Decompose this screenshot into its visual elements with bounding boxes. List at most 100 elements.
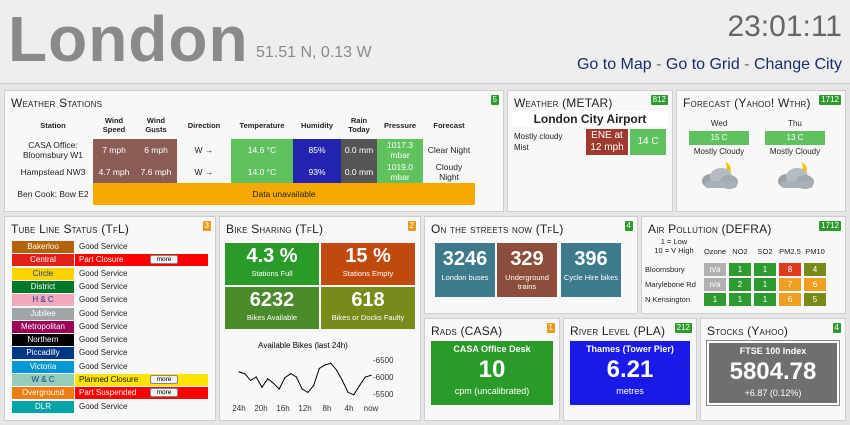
metar-wind: ENE at 12 mph (586, 129, 628, 155)
stations-full-box: 4.3 % Stations Full (225, 243, 319, 285)
air-value-cell: 1 (754, 263, 776, 276)
more-button[interactable]: more (150, 388, 178, 398)
tube-line-name: Circle (12, 267, 74, 280)
bike-data-point (267, 378, 269, 380)
tube-line-row: Jubilee Good Service (12, 307, 208, 320)
tube-line-name: Piccadilly (12, 347, 74, 360)
bikes-available-label: Bikes Available (246, 313, 298, 322)
tube-status-text: Good Service (79, 308, 128, 318)
station-name: CASA Office: Bloomsbury W1 (23, 140, 83, 160)
air-key: 1 = Low 10 = V High (648, 237, 700, 255)
cloud-night-icon (778, 162, 814, 189)
bike-sharing-panel: Bike Sharing (TfL) 2 4.3 % Stations Full… (219, 216, 421, 421)
go-to-map-link[interactable]: Go to Map (577, 56, 652, 73)
bike-data-point (295, 376, 297, 378)
nav-separator: - (744, 56, 750, 73)
panel-title: Weather (METAR) (514, 96, 613, 110)
column-header: Temperature (239, 120, 285, 130)
panel-title: Rads (CASA) (431, 324, 503, 338)
panel-badge: 2 (407, 221, 416, 231)
streets-panel: On the streets now (TfL) 4 3246 London b… (424, 216, 638, 314)
tube-line-row: DLR Good Service (12, 400, 208, 413)
go-to-grid-link[interactable]: Go to Grid (666, 56, 740, 73)
tube-status-text: Good Service (79, 401, 128, 411)
cycle-hire-value: 396 (574, 248, 608, 270)
bike-data-point (324, 364, 326, 366)
forecast-temp: 13 C (765, 131, 825, 145)
more-button[interactable]: more (150, 375, 178, 384)
tube-status-text: Part Closure (79, 255, 124, 265)
panel-title: Tube Line Status (TfL) (11, 222, 130, 236)
tube-line-row: Piccadilly Good Service (12, 347, 208, 360)
forecast: Cloudy Night (435, 162, 463, 182)
air-column-header: PM2.5 (779, 247, 801, 256)
panel-title: Forecast (Yahoo! Wthr) (683, 96, 811, 110)
tube-line-name: DLR (12, 400, 74, 413)
river-level-panel: River Level (PLA) 212 Thames (Tower Pier… (563, 318, 697, 421)
air-pollution-panel: Air Pollution (DEFRA) 1712 1 = Low 10 = … (641, 216, 846, 314)
air-value-cell: 1 (754, 278, 776, 291)
stocks-box: FTSE 100 Index 5804.78 +6.87 (0.12%) (706, 340, 840, 406)
bike-data-point (290, 372, 292, 375)
forecast-condition: Mostly Cloudy (769, 147, 821, 156)
bike-data-point (370, 374, 372, 376)
bike-data-point (244, 372, 246, 375)
tube-line-status: Good Service (75, 308, 208, 320)
air-value-cell: 8 (779, 263, 801, 276)
tube-line-status: Planned Closure more (75, 374, 208, 386)
air-key-high: 10 = V High (654, 246, 694, 255)
underground-trains-value: 329 (510, 248, 544, 270)
rain-today: 0.0 mm (341, 139, 377, 161)
station-name: Ben Cook: Bow E2 (17, 189, 89, 199)
x-tick-label: 4h (345, 404, 354, 413)
tube-line-status: Good Service (75, 281, 208, 293)
tube-status-text: Part Suspended (79, 388, 137, 398)
tube-status-text: Good Service (79, 295, 128, 305)
bike-data-point (261, 386, 263, 388)
wind-gusts: 7.6 mph (135, 161, 177, 183)
tube-status-text: Good Service (79, 242, 128, 251)
wind-gusts: 6 mph (135, 139, 177, 161)
more-button[interactable]: more (150, 255, 178, 265)
metar-station-name: London City Airport (512, 111, 668, 127)
tube-line-row: H & C Good Service (12, 294, 208, 307)
air-column-header: PM10 (805, 247, 825, 256)
underground-trains-label: Underground trains (505, 273, 549, 291)
tube-status-text: Good Service (79, 348, 128, 358)
river-header: Thames (Tower Pier) (586, 344, 674, 354)
table-row: CASA Office: Bloomsbury W1 7 mph 6 mph W… (13, 139, 475, 161)
temperature: 14.0 °C (231, 161, 293, 183)
tube-line-status: Good Service (75, 241, 208, 253)
metar-condition-line: Mostly cloudy (514, 132, 563, 141)
city-coordinates: 51.51 N, 0.13 W (256, 44, 372, 61)
column-header: Wind Gusts (145, 116, 167, 134)
cycle-hire-box: 396 Cycle Hire bikes (561, 243, 621, 297)
tube-line-name: Overground (12, 387, 74, 400)
weather-stations-table: Station Wind Speed Wind Gusts Direction … (13, 111, 475, 205)
air-value-cell: 4 (804, 263, 826, 276)
tube-line-row: W & C Planned Closure more (12, 374, 208, 386)
air-value-cell: 1 (704, 293, 726, 306)
metar-temp: 14 C (630, 129, 666, 155)
air-key-low: 1 = Low (660, 237, 688, 246)
bikes-available-value: 6232 (249, 289, 295, 311)
stocks-sub: +6.87 (0.12%) (744, 388, 802, 398)
panel-title: River Level (PLA) (570, 324, 666, 338)
tube-line-name: District (12, 280, 74, 293)
stations-empty-box: 15 % Stations Empty (321, 243, 415, 285)
bikes-faulty-box: 618 Bikes or Docks Faulty (321, 287, 415, 329)
river-box: Thames (Tower Pier) 6.21 metres (570, 341, 690, 405)
forecast: Clear Night (427, 145, 471, 155)
air-site-name: Bloomsbury (645, 265, 685, 274)
panel-badge: 1 (546, 323, 555, 333)
column-header: Pressure (383, 120, 417, 130)
x-tick-label: 20h (254, 404, 267, 413)
bike-data-point (301, 388, 303, 390)
stations-empty-label: Stations Empty (342, 269, 394, 278)
bike-data-point (284, 377, 286, 379)
tube-line-status: Good Service (75, 334, 208, 346)
bikes-faulty-label: Bikes or Docks Faulty (331, 313, 405, 322)
panel-title: Weather Stations (11, 96, 103, 110)
tube-line-name: Metropolitan (12, 320, 74, 333)
change-city-link[interactable]: Change City (754, 56, 842, 73)
